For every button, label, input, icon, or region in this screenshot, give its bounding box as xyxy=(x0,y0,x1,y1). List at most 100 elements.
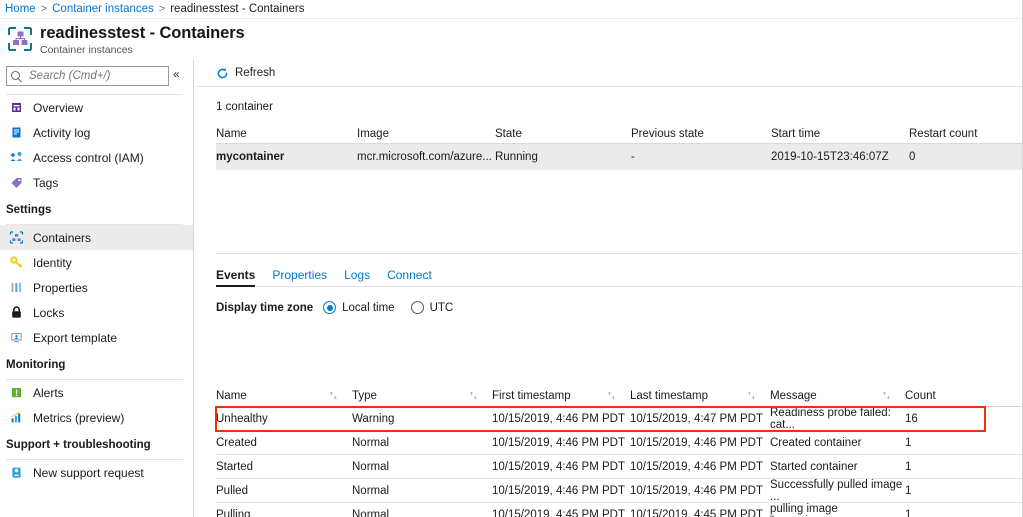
sidebar-item-containers[interactable]: Containers xyxy=(0,225,193,250)
containers-icon xyxy=(9,230,24,245)
column-header-message[interactable]: Message xyxy=(770,390,905,402)
cell-name: Started xyxy=(216,461,352,473)
containers-table: Name Image State Previous state Start ti… xyxy=(216,124,1023,170)
cell-start-time: 2019-10-15T23:46:07Z xyxy=(771,151,909,163)
cell-message: Started container xyxy=(770,461,905,473)
column-header-first-timestamp[interactable]: First timestamp xyxy=(492,390,630,402)
container-instance-icon xyxy=(7,26,33,52)
sidebar-group-settings-title: Settings xyxy=(0,195,193,216)
container-count: 1 container xyxy=(195,87,1022,113)
main-content: Refresh 1 container Name Image State Pre… xyxy=(195,60,1023,517)
cell-restart-count: 0 xyxy=(909,151,1023,163)
breadcrumb-item-current: readinesstest - Containers xyxy=(170,3,304,15)
table-row[interactable]: Pulled Normal 10/15/2019, 4:46 PM PDT 10… xyxy=(216,479,1023,503)
radio-local-time-control[interactable] xyxy=(323,301,336,314)
sidebar-item-properties[interactable]: Properties xyxy=(0,275,193,300)
sidebar-item-metrics[interactable]: Metrics (preview) xyxy=(0,405,193,430)
table-row[interactable]: Pulling Normal 10/15/2019, 4:45 PM PDT 1… xyxy=(216,503,1023,517)
azure-portal-container-instances-page: Home > Container instances > readinesste… xyxy=(0,0,1023,517)
column-header-type[interactable]: Type xyxy=(352,390,492,402)
table-row[interactable]: mycontainer mcr.microsoft.com/azure... R… xyxy=(216,144,1023,170)
sort-icon[interactable] xyxy=(882,391,891,400)
sidebar-item-alerts[interactable]: Alerts xyxy=(0,380,193,405)
search-icon xyxy=(11,71,22,82)
radio-utc[interactable]: UTC xyxy=(411,301,454,314)
column-header-restart-count[interactable]: Restart count xyxy=(909,128,1023,140)
tabs: Events Properties Logs Connect xyxy=(216,264,1023,287)
column-header-start-time[interactable]: Start time xyxy=(771,128,909,140)
column-header-last-timestamp[interactable]: Last timestamp xyxy=(630,390,770,402)
sidebar-item-activity-log[interactable]: Activity log xyxy=(0,120,193,145)
page-title: readinesstest - Containers xyxy=(40,24,245,43)
tag-icon xyxy=(9,175,24,190)
events-table: Name Type First timestamp xyxy=(216,385,1023,517)
sidebar-item-tags[interactable]: Tags xyxy=(0,170,193,195)
breadcrumb-item-container-instances[interactable]: Container instances xyxy=(52,3,154,15)
column-header-image[interactable]: Image xyxy=(357,128,495,140)
overview-icon xyxy=(9,100,24,115)
sort-icon[interactable] xyxy=(469,391,478,400)
cell-last-timestamp: 10/15/2019, 4:46 PM PDT xyxy=(630,437,770,449)
sort-icon[interactable] xyxy=(607,391,616,400)
cell-image: mcr.microsoft.com/azure... xyxy=(357,151,495,163)
radio-local-time[interactable]: Local time xyxy=(323,301,394,314)
radio-utc-label: UTC xyxy=(430,302,454,314)
column-header-count[interactable]: Count xyxy=(905,390,985,402)
sidebar-item-locks[interactable]: Locks xyxy=(0,300,193,325)
toolbar: Refresh xyxy=(195,60,1022,87)
sidebar-item-label: Identity xyxy=(33,256,72,270)
sidebar-item-label: Tags xyxy=(33,176,58,190)
search-box[interactable] xyxy=(6,66,169,86)
collapse-sidebar-button[interactable]: « xyxy=(173,68,180,85)
detail-tabs-area: Events Properties Logs Connect Display t… xyxy=(216,253,1023,314)
tabs-divider xyxy=(216,286,1023,287)
radio-local-time-label: Local time xyxy=(342,302,394,314)
alerts-icon xyxy=(9,385,24,400)
cell-last-timestamp: 10/15/2019, 4:45 PM PDT xyxy=(630,509,770,517)
properties-icon xyxy=(9,280,24,295)
column-header-name[interactable]: Name xyxy=(216,128,357,140)
sort-icon[interactable] xyxy=(329,391,338,400)
radio-utc-control[interactable] xyxy=(411,301,424,314)
sidebar-search-row: « xyxy=(0,60,193,86)
sidebar-item-label: Locks xyxy=(33,306,64,320)
cell-message: Created container xyxy=(770,437,905,449)
cell-first-timestamp: 10/15/2019, 4:46 PM PDT xyxy=(492,437,630,449)
sidebar-item-label: Access control (IAM) xyxy=(33,151,144,165)
refresh-button[interactable]: Refresh xyxy=(216,67,275,80)
sort-icon[interactable] xyxy=(747,391,756,400)
sidebar-item-identity[interactable]: Identity xyxy=(0,250,193,275)
cell-type: Warning xyxy=(352,413,492,425)
column-header-name[interactable]: Name xyxy=(216,390,352,402)
sidebar-item-new-support-request[interactable]: New support request xyxy=(0,460,193,485)
refresh-icon xyxy=(216,67,229,80)
table-row[interactable]: Unhealthy Warning 10/15/2019, 4:46 PM PD… xyxy=(216,407,985,431)
export-template-icon xyxy=(9,330,24,345)
table-row[interactable]: Started Normal 10/15/2019, 4:46 PM PDT 1… xyxy=(216,455,1023,479)
tab-properties[interactable]: Properties xyxy=(272,268,327,287)
sidebar-item-access-control[interactable]: Access control (IAM) xyxy=(0,145,193,170)
cell-name: Pulled xyxy=(216,485,352,497)
breadcrumb-separator: > xyxy=(159,3,165,15)
tab-logs[interactable]: Logs xyxy=(344,268,370,287)
tab-events[interactable]: Events xyxy=(216,268,255,287)
cell-state: Running xyxy=(495,151,631,163)
sidebar-item-label: Metrics (preview) xyxy=(33,411,124,425)
column-header-previous-state[interactable]: Previous state xyxy=(631,128,771,140)
cell-type: Normal xyxy=(352,437,492,449)
cell-name: mycontainer xyxy=(216,151,357,163)
sidebar-item-overview[interactable]: Overview xyxy=(0,95,193,120)
tab-connect[interactable]: Connect xyxy=(387,268,432,287)
lock-icon xyxy=(9,305,24,320)
sidebar-item-label: Activity log xyxy=(33,126,90,140)
access-control-icon xyxy=(9,150,24,165)
breadcrumb-item-home[interactable]: Home xyxy=(5,3,36,15)
page-header: readinesstest - Containers Container ins… xyxy=(0,19,1023,59)
column-header-state[interactable]: State xyxy=(495,128,631,140)
cell-name: Unhealthy xyxy=(216,413,352,425)
search-input[interactable] xyxy=(27,69,165,83)
sidebar-item-export-template[interactable]: Export template xyxy=(0,325,193,350)
cell-first-timestamp: 10/15/2019, 4:46 PM PDT xyxy=(492,413,630,425)
cell-first-timestamp: 10/15/2019, 4:46 PM PDT xyxy=(492,461,630,473)
table-row[interactable]: Created Normal 10/15/2019, 4:46 PM PDT 1… xyxy=(216,431,1023,455)
